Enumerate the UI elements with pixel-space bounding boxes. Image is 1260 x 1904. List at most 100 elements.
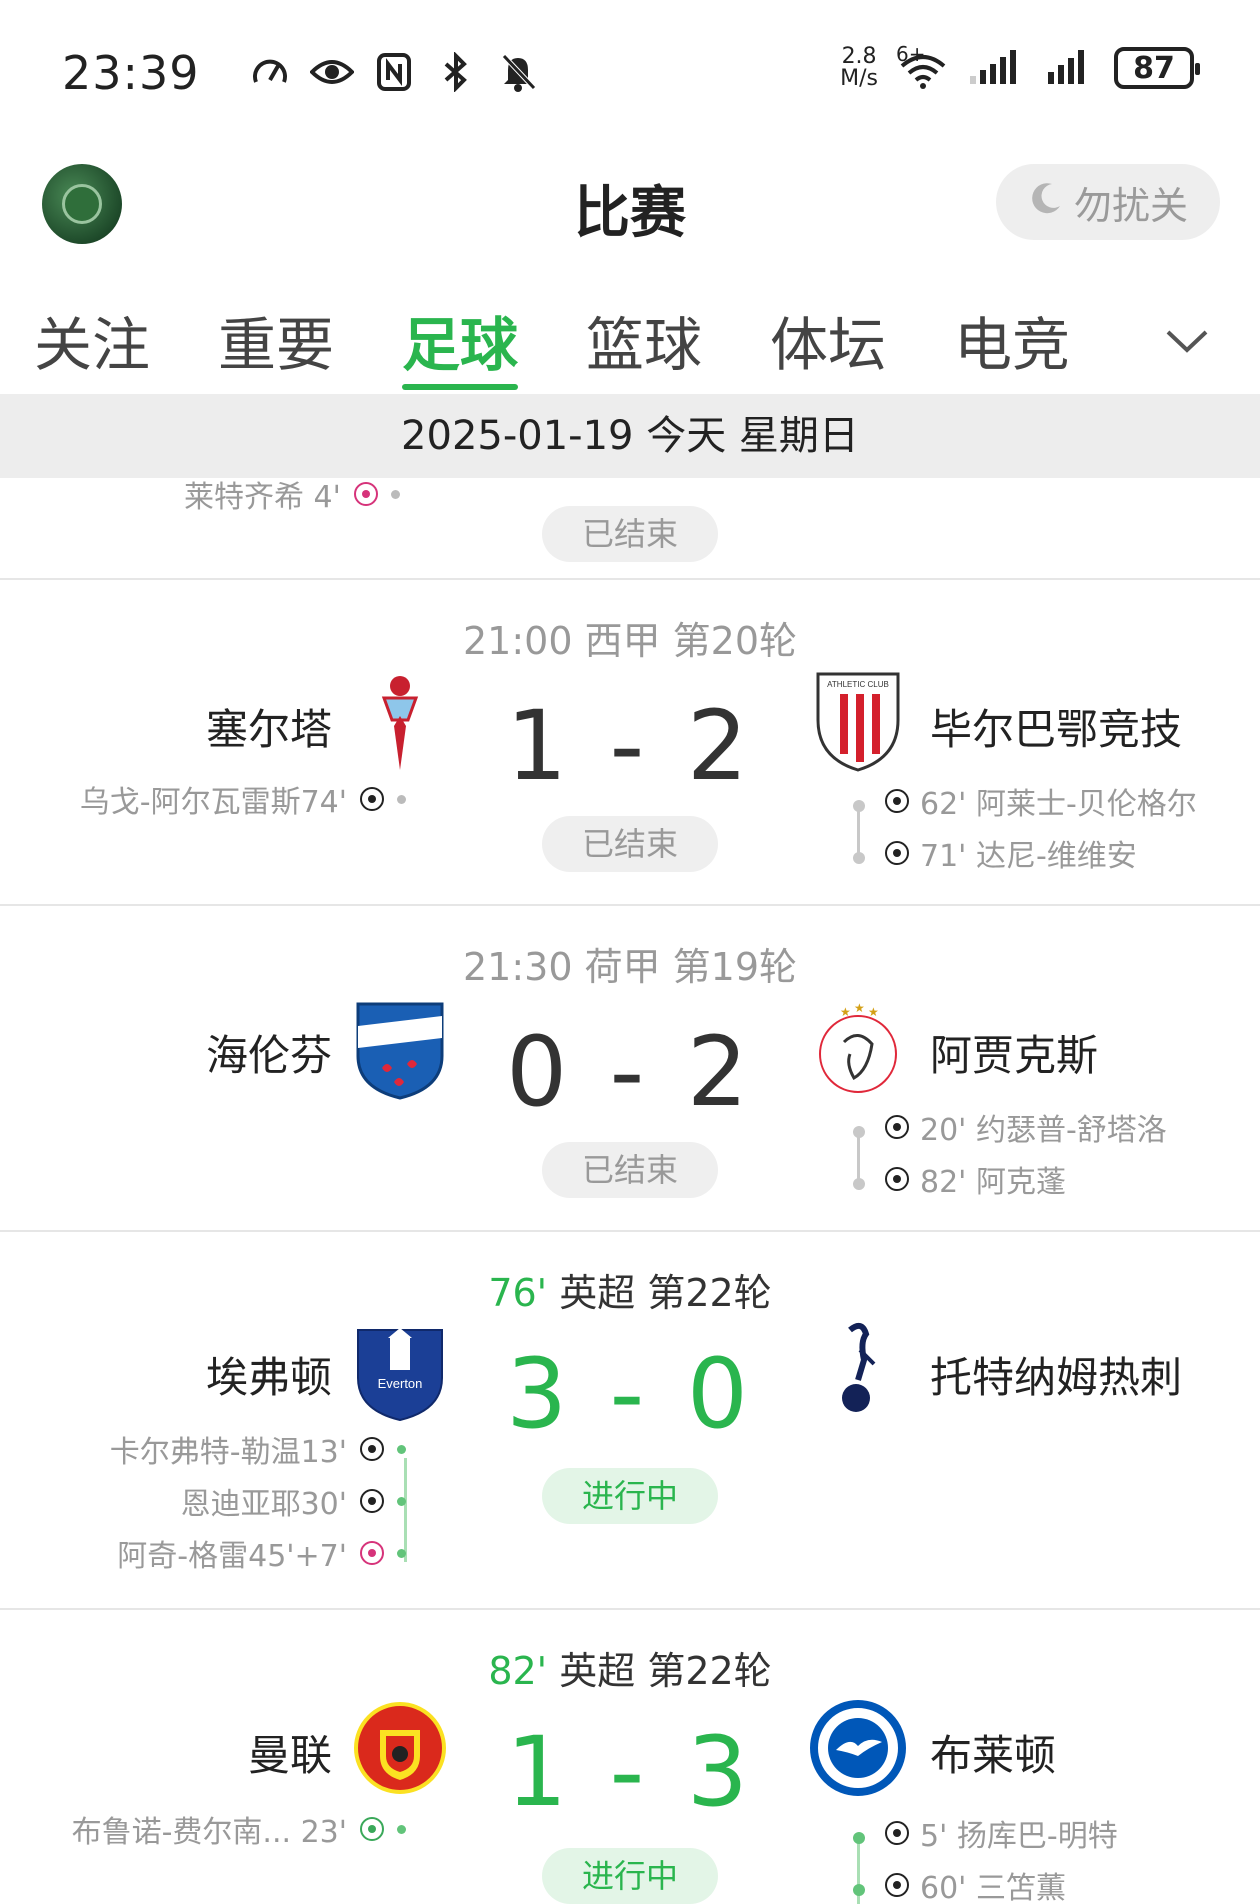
goal-event-text: 阿奇-格雷45'+7' <box>117 1539 347 1574</box>
goal-event-text: 布鲁诺-费尔南... 23' <box>71 1815 347 1850</box>
goal-event: 莱特齐希 4' <box>184 478 400 516</box>
goal-event-text: 恩迪亚耶30' <box>180 1487 347 1522</box>
date-header: 2025-01-19 今天 星期日 <box>0 394 1260 478</box>
football-icon <box>885 789 909 813</box>
ajax-logo-icon: ★ ★ ★ <box>819 1001 897 1093</box>
football-icon <box>360 1817 384 1841</box>
football-icon <box>885 1873 909 1897</box>
timeline-dot <box>853 1126 865 1138</box>
tab-esports[interactable]: 电竞 <box>954 298 1070 382</box>
dnd-toggle-button[interactable]: 勿扰关 <box>996 164 1220 240</box>
home-team-name: 埃弗顿 <box>205 1353 332 1402</box>
moon-icon <box>1028 180 1064 225</box>
wifi-icon: 6+ <box>896 42 950 90</box>
svg-text:ATHLETIC CLUB: ATHLETIC CLUB <box>827 680 889 689</box>
match-card[interactable]: 21:30 荷甲 第19轮 海伦芬 0 - 2 ★ ★ ★ 阿贾克斯 已结束 2… <box>0 906 1260 1232</box>
goal-event-text: 60' 三笘薫 <box>920 1871 1066 1904</box>
goal-event: 60' 三笘薫 <box>884 1866 1118 1904</box>
home-events: 卡尔弗特-勒温13' 恩迪亚耶30' 阿奇-格雷45'+7' <box>109 1430 406 1574</box>
goal-event-text: 82' 阿克蓬 <box>920 1165 1066 1200</box>
goal-event: 恩迪亚耶30' <box>180 1482 406 1522</box>
match-score: 1 - 3 <box>506 1716 754 1828</box>
celta-logo-icon <box>381 676 419 770</box>
goal-event-text: 乌戈-阿尔瓦雷斯74' <box>79 785 347 820</box>
wifi-label: 6+ <box>896 42 926 66</box>
goal-event-text: 71' 达尼-维维安 <box>920 839 1137 874</box>
timeline-dot <box>397 1824 406 1834</box>
away-team-name: 毕尔巴鄂竞技 <box>930 705 1183 754</box>
home-team-name: 曼联 <box>247 1731 332 1780</box>
timeline-dot <box>853 1832 865 1844</box>
bell-off-icon <box>496 50 540 94</box>
timeline-dot <box>853 852 865 864</box>
home-team-name: 海伦芬 <box>205 1031 332 1080</box>
football-icon <box>360 1437 384 1461</box>
active-tab-indicator <box>402 384 518 390</box>
football-icon <box>353 482 378 506</box>
net-speed: 2.8 M/s <box>840 46 878 90</box>
football-icon <box>360 787 384 811</box>
away-events: 5' 扬库巴-明特 60' 三笘薫 <box>884 1814 1118 1904</box>
football-icon <box>885 1115 909 1139</box>
goal-event: 62' 阿莱士-贝伦格尔 <box>884 782 1197 822</box>
manchester-united-logo-icon <box>354 1702 446 1794</box>
timeline-dot <box>397 1548 406 1558</box>
home-events: 乌戈-阿尔瓦雷斯74' <box>79 780 406 820</box>
match-card[interactable]: 82' 英超 第22轮 曼联 1 - 3 布莱顿 布鲁诺-费尔南... 23' … <box>0 1610 1260 1904</box>
brighton-logo-icon <box>810 1700 906 1796</box>
goal-event-text: 62' 阿莱士-贝伦格尔 <box>920 787 1197 822</box>
goal-event: 布鲁诺-费尔南... 23' <box>71 1810 406 1850</box>
football-icon <box>885 1821 909 1845</box>
battery-indicator: 87 <box>1114 47 1200 89</box>
match-meta: 21:00 西甲 第20轮 <box>462 619 798 663</box>
signal-icon-2 <box>1046 48 1096 88</box>
tottenham-logo-icon <box>842 1322 876 1412</box>
football-icon <box>885 841 909 865</box>
status-icons-right: 2.8 M/s 6+ 87 <box>840 42 1200 90</box>
match-status: 进行中 <box>542 1848 718 1904</box>
tab-basketball[interactable]: 篮球 <box>586 298 702 382</box>
status-time: 23:39 <box>62 46 200 100</box>
match-minute: 82' <box>488 1649 548 1693</box>
match-league-round: 英超 第22轮 <box>559 1649 772 1693</box>
svg-text:★: ★ <box>868 1005 879 1019</box>
goal-event-text: 莱特齐希 4' <box>184 480 341 515</box>
svg-text:Everton: Everton <box>378 1376 423 1391</box>
speedometer-icon <box>248 50 292 94</box>
match-status: 已结束 <box>542 506 718 562</box>
goal-event: 5' 扬库巴-明特 <box>884 1814 1118 1854</box>
signal-icon <box>968 48 1028 88</box>
timeline-dot <box>397 1496 406 1506</box>
match-meta: 76' 英超 第22轮 <box>0 1262 1260 1317</box>
chevron-down-icon[interactable] <box>1160 314 1214 368</box>
match-meta: 82' 英超 第22轮 <box>0 1640 1260 1695</box>
goal-event-text: 卡尔弗特-勒温13' <box>109 1435 347 1470</box>
status-bar: 23:39 2.8 M/s 6+ 87 <box>0 0 1260 140</box>
tab-important[interactable]: 重要 <box>218 298 334 382</box>
tab-sports[interactable]: 体坛 <box>770 298 886 382</box>
match-score: 0 - 2 <box>506 1016 754 1128</box>
eye-icon <box>310 50 354 94</box>
everton-logo-icon: Everton <box>357 1328 443 1422</box>
svg-text:★: ★ <box>854 1001 865 1015</box>
match-card[interactable]: 76' 英超 第22轮 埃弗顿 Everton 3 - 0 托特纳姆热刺 卡尔弗… <box>0 1232 1260 1610</box>
match-card-partial[interactable]: 莱特齐希 4' 已结束 <box>0 478 1260 580</box>
timeline-dot <box>853 1178 865 1190</box>
match-status: 已结束 <box>542 1142 718 1198</box>
away-team-name: 阿贾克斯 <box>930 1031 1099 1080</box>
match-card[interactable]: 21:00 西甲 第20轮 塞尔塔 1 - 2 ATHLETIC CLUB 毕尔… <box>0 580 1260 906</box>
timeline-dot <box>397 1444 406 1454</box>
match-minute: 76' <box>488 1271 548 1315</box>
football-icon <box>885 1167 909 1191</box>
football-icon <box>360 1541 384 1565</box>
category-tabs: 关注 重要 足球 篮球 体坛 电竞 <box>0 288 1260 394</box>
net-speed-value: 2.8 <box>841 44 877 69</box>
goal-event: 卡尔弗特-勒温13' <box>109 1430 406 1470</box>
match-status: 进行中 <box>542 1468 718 1524</box>
goal-event: 乌戈-阿尔瓦雷斯74' <box>79 780 406 820</box>
match-status: 已结束 <box>542 816 718 872</box>
tab-football[interactable]: 足球 <box>402 298 518 382</box>
away-events: 20' 约瑟普-舒塔洛 82' 阿克蓬 <box>884 1108 1167 1200</box>
away-events: 62' 阿莱士-贝伦格尔 71' 达尼-维维安 <box>884 782 1197 874</box>
tab-follow[interactable]: 关注 <box>34 298 150 382</box>
